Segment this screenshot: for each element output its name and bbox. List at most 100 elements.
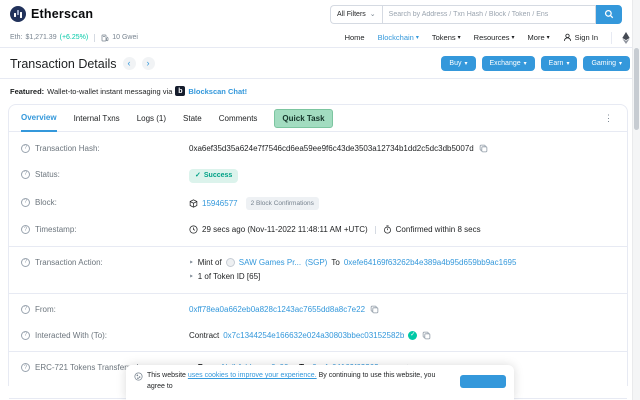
copy-icon[interactable] [369,305,380,314]
tab-overview[interactable]: Overview [21,104,57,132]
copy-icon[interactable] [421,331,432,340]
row-status: Status: ✓ Success [9,162,627,190]
top-header: Etherscan All Filters ⌄ [0,0,640,28]
page-title: Transaction Details [10,56,117,71]
help-icon[interactable] [21,169,30,179]
etherscan-logo[interactable]: Etherscan [10,6,93,22]
search-bar: All Filters ⌄ [330,4,626,24]
action-prefix: Mint of [197,257,222,267]
field-label: ERC-721 Tokens Transferred: [35,363,141,373]
search-icon [604,9,614,19]
eth-price-label: Eth: [10,34,23,41]
nav-label: Blockchain [377,33,414,42]
chevron-down-icon: ▾ [511,35,515,41]
action-line2: 1 of Token ID [65] [197,272,261,282]
tab-logs[interactable]: Logs (1) [137,105,166,131]
scrollbar-track[interactable] [632,0,640,400]
confirmed-within-text: Confirmed within 8 secs [395,225,481,235]
earn-button[interactable]: Earn ▾ [540,56,578,71]
search-filter-dropdown[interactable]: All Filters ⌄ [330,4,382,24]
search-button[interactable] [595,4,622,24]
nav-label: Resources [473,33,510,42]
row-interacted-with: Interacted With (To): Contract 0x7c13442… [9,323,627,349]
previous-tx-button[interactable]: ‹ [122,57,136,70]
cookie-banner: This website uses cookies to improve you… [126,365,514,400]
from-address-link[interactable]: 0xff78ea0a662eb0a828c1243ac7655dd8a8c7e2… [189,304,365,316]
help-icon[interactable] [21,198,30,208]
gas-price-value[interactable]: 10 Gwei [112,34,138,41]
help-icon[interactable] [21,144,30,154]
verified-check-icon: ✓ [408,330,418,340]
tab-quick-task[interactable]: Quick Task [274,108,333,128]
help-icon[interactable] [21,363,30,373]
tab-comments[interactable]: Comments [219,105,258,131]
to-label: To [331,257,340,267]
featured-banner: Featured: Wallet-to-wallet instant messa… [0,79,640,102]
chevron-down-icon: ▾ [546,35,550,41]
help-icon[interactable] [21,225,30,235]
gaming-button[interactable]: Gaming ▾ [583,56,630,71]
ethereum-icon [622,31,630,44]
eth-price-change: (+6.25%) [59,34,89,41]
action-to-address-link[interactable]: 0xefe64169f63262b4e389a4b95d659bb9ac1695 [344,257,517,269]
help-icon[interactable] [21,305,30,315]
section-divider [9,292,627,294]
buy-button[interactable]: Buy ▾ [441,56,476,71]
field-label: Transaction Hash: [35,144,100,153]
contract-address-link[interactable]: 0x7c1344254e166632e024a30803bbec03152582… [223,330,404,342]
transaction-hash-value: 0xa6ef35d35a624e7f7546cd6ea59ee9f6c43de3… [189,144,474,153]
kebab-menu-icon[interactable]: ⋮ [602,113,615,124]
field-label: Status: [35,169,60,179]
section-divider [9,351,627,353]
blockscan-icon: b [175,86,186,96]
button-label: Gaming [591,60,616,67]
promo-buttons: Buy ▾ Exchange ▾ Earn ▾ Gaming ▾ [441,56,630,71]
button-label: Exchange [489,60,521,67]
sign-in-button[interactable]: Sign In [563,33,598,42]
divider [374,225,376,234]
copy-icon[interactable] [478,144,489,153]
nav-item-resources[interactable]: Resources ▾ [474,33,515,42]
help-icon[interactable] [21,330,30,340]
cookie-text: This website uses cookies to improve you… [147,371,452,392]
exchange-button[interactable]: Exchange ▾ [481,56,535,71]
nav-label: Home [344,33,365,42]
user-icon [563,33,572,42]
eth-price-value[interactable]: $1,271.39 [25,34,56,41]
field-label: Timestamp: [35,225,77,235]
timestamp-value: 29 secs ago (Nov-11-2022 11:48:11 AM +UT… [202,225,368,235]
cookie-accept-button[interactable] [460,375,506,388]
search-input[interactable] [381,4,596,24]
nav-item-blockchain[interactable]: Blockchain ▾ [378,33,419,42]
nav-item-home[interactable]: Home [345,33,365,42]
field-label: From: [35,304,56,314]
chevron-down-icon: ▾ [618,61,622,67]
row-transaction-hash: Transaction Hash: 0xa6ef35d35a624e7f7546… [9,132,627,162]
divider [94,33,96,42]
chevron-down-icon: ▾ [457,35,461,41]
nav-item-more[interactable]: More ▾ [528,33,550,42]
cube-icon [189,199,198,208]
nav-item-tokens[interactable]: Tokens ▾ [432,33,461,42]
block-number-link[interactable]: 15946577 [202,198,238,210]
token-symbol: (SGP) [305,257,328,267]
token-link[interactable]: SAW Games Pr... [239,257,301,269]
tab-internal-txns[interactable]: Internal Txns [74,105,120,131]
help-icon[interactable] [21,258,30,268]
block-confirmations-badge: 2 Block Confirmations [245,196,319,211]
network-switcher-button[interactable] [611,31,630,44]
chevron-down-icon: ▾ [415,35,419,41]
cookie-policy-link[interactable]: uses cookies to improve your experience. [188,372,317,379]
row-timestamp: Timestamp: 29 secs ago (Nov-11-2022 11:4… [9,217,627,243]
main-nav: Home Blockchain ▾ Tokens ▾ Resources ▾ M… [345,31,630,44]
blockscan-chat-link[interactable]: Blockscan Chat! [188,87,247,96]
button-label: Buy [449,60,462,67]
scrollbar-thumb[interactable] [634,48,639,130]
eth-price-bar: Eth: $1,271.39 (+6.25%) 10 Gwei [10,33,138,42]
token-logo-icon [225,258,235,268]
nav-label: More [527,33,545,42]
next-tx-button[interactable]: › [141,57,155,70]
field-label: Transaction Action: [35,257,103,267]
title-bar: Transaction Details ‹ › Buy ▾ Exchange ▾… [0,48,640,79]
tab-state[interactable]: State [183,105,202,131]
